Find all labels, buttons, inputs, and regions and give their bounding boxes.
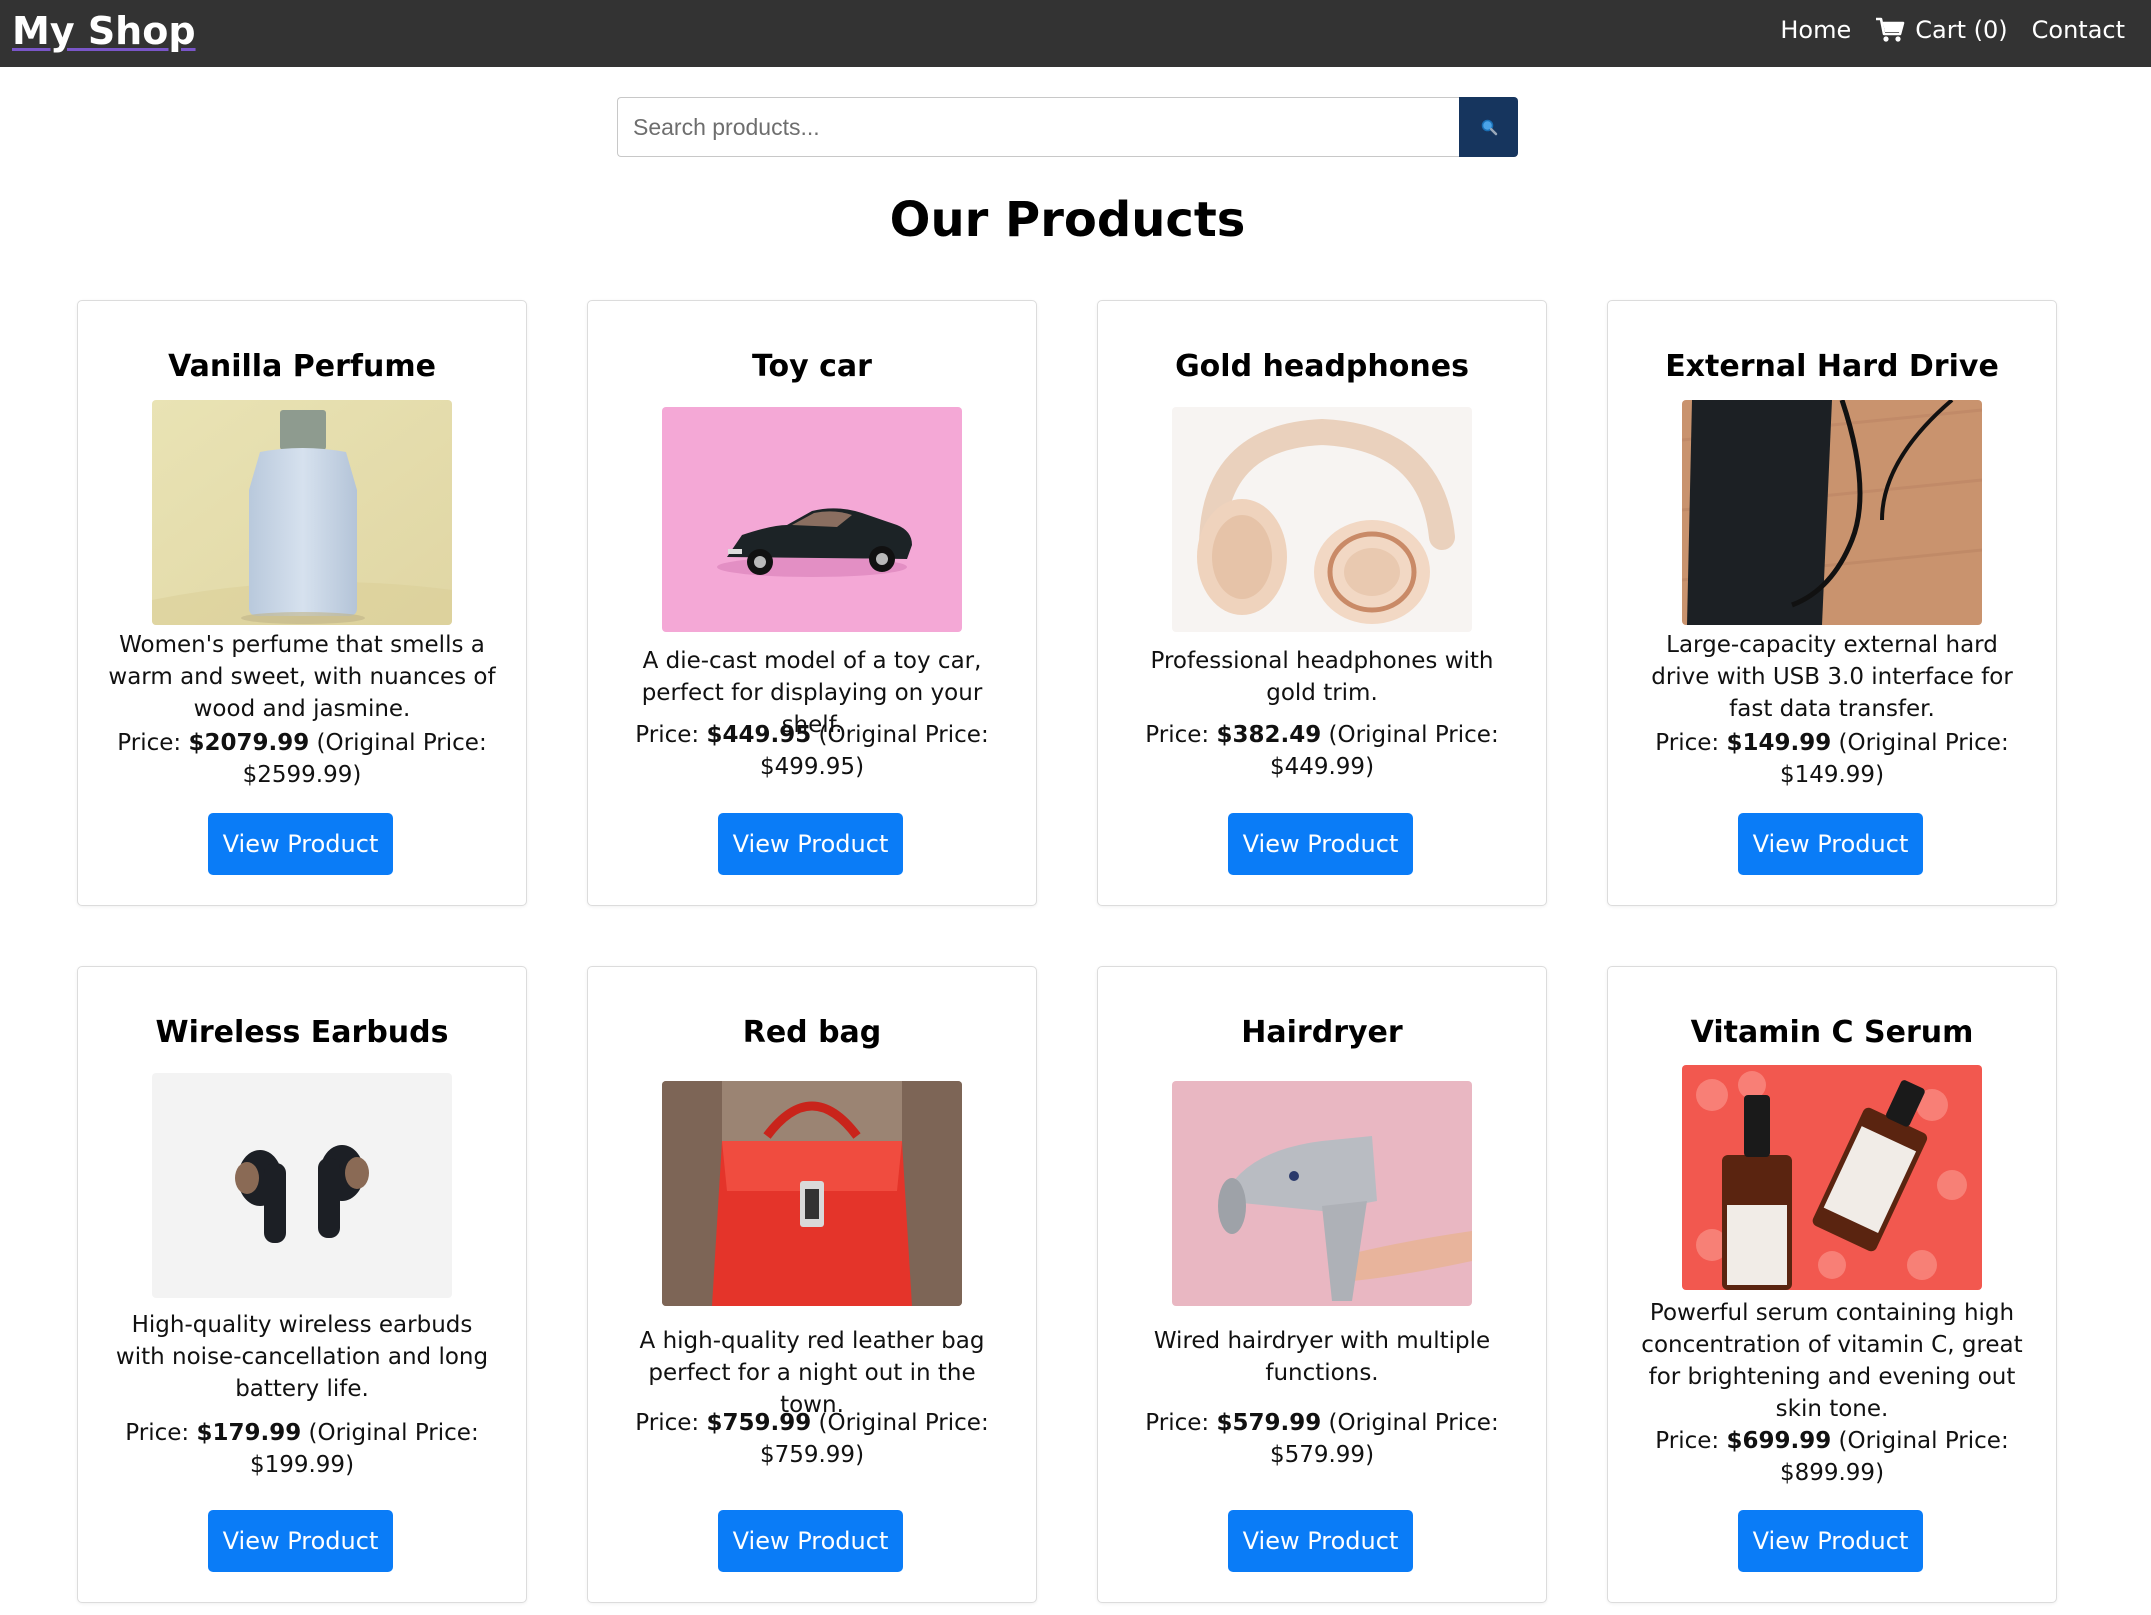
product-card: Wireless Earbuds High-quality wireless e… bbox=[77, 966, 527, 1603]
product-title: Hairdryer bbox=[1241, 1015, 1403, 1050]
product-image-earbuds bbox=[152, 1073, 452, 1298]
product-price: Price: $382.49 (Original Price: $449.99) bbox=[1126, 719, 1518, 783]
product-title: Vanilla Perfume bbox=[168, 349, 436, 384]
search-icon bbox=[1481, 119, 1497, 136]
product-description: High-quality wireless earbuds with noise… bbox=[115, 1312, 489, 1402]
price-label: Price: bbox=[1655, 1428, 1720, 1454]
product-title: Vitamin C Serum bbox=[1690, 1015, 1974, 1050]
product-description: Professional headphones with gold trim. bbox=[1150, 648, 1494, 706]
view-product-button[interactable]: View Product bbox=[1228, 813, 1413, 875]
sale-price: $579.99 bbox=[1216, 1410, 1322, 1436]
sale-price: $2079.99 bbox=[188, 730, 310, 756]
product-image-hard-drive bbox=[1682, 400, 1982, 625]
sale-price: $179.99 bbox=[196, 1420, 302, 1446]
sale-price: $449.95 bbox=[706, 722, 812, 748]
product-image-perfume bbox=[152, 400, 452, 625]
search-button[interactable] bbox=[1459, 97, 1518, 157]
price-label: Price: bbox=[635, 1410, 700, 1436]
product-title: Gold headphones bbox=[1175, 349, 1469, 384]
product-title: Red bag bbox=[742, 1015, 882, 1050]
search-input[interactable] bbox=[617, 97, 1459, 157]
product-card: External Hard Drive Large-capacity exter… bbox=[1607, 300, 2057, 906]
nav-cart-link[interactable]: Cart (0) bbox=[1875, 16, 2008, 44]
product-card: Vanilla Perfume Women's perfume that sme… bbox=[77, 300, 527, 906]
product-price: Price: $759.99 (Original Price: $759.99) bbox=[616, 1407, 1008, 1471]
view-product-button[interactable]: View Product bbox=[208, 1510, 393, 1572]
sale-price: $699.99 bbox=[1726, 1428, 1832, 1454]
search-bar bbox=[617, 97, 1518, 157]
view-product-button[interactable]: View Product bbox=[1738, 813, 1923, 875]
product-title: External Hard Drive bbox=[1665, 349, 1999, 384]
product-card: Red bag A high-quality red leather bag p… bbox=[587, 966, 1037, 1603]
product-price: Price: $149.99 (Original Price: $149.99) bbox=[1636, 727, 2028, 791]
view-product-button[interactable]: View Product bbox=[208, 813, 393, 875]
cart-icon bbox=[1876, 17, 1905, 42]
view-product-button[interactable]: View Product bbox=[718, 1510, 903, 1572]
product-card: Hairdryer Wired hairdryer with multiple … bbox=[1097, 966, 1547, 1603]
price-label: Price: bbox=[635, 722, 700, 748]
price-label: Price: bbox=[117, 730, 182, 756]
main-nav: Home Cart (0) Contact bbox=[1780, 0, 2125, 60]
product-price: Price: $699.99 (Original Price: $899.99) bbox=[1636, 1425, 2028, 1489]
product-description: Wired hairdryer with multiple functions. bbox=[1153, 1328, 1491, 1386]
sale-price: $759.99 bbox=[706, 1410, 812, 1436]
sale-price: $382.49 bbox=[1216, 722, 1322, 748]
view-product-button[interactable]: View Product bbox=[1738, 1510, 1923, 1572]
price-label: Price: bbox=[1145, 1410, 1210, 1436]
product-title: Toy car bbox=[752, 349, 872, 384]
product-image-serum bbox=[1682, 1065, 1982, 1290]
product-title: Wireless Earbuds bbox=[155, 1015, 449, 1050]
top-navbar: My Shop Home Cart (0) Contact bbox=[0, 0, 2151, 67]
price-label: Price: bbox=[125, 1420, 190, 1446]
product-card: Toy car A die-cast model of a toy car, p… bbox=[587, 300, 1037, 906]
product-image-headphones bbox=[1172, 407, 1472, 632]
page-title: Our Products bbox=[889, 192, 1246, 248]
product-price: Price: $579.99 (Original Price: $579.99) bbox=[1126, 1407, 1518, 1471]
product-description: Powerful serum containing high concentra… bbox=[1641, 1300, 2023, 1422]
brand-logo-link[interactable]: My Shop bbox=[12, 0, 196, 67]
product-card: Vitamin C Serum Powerful serum containin… bbox=[1607, 966, 2057, 1603]
sale-price: $149.99 bbox=[1726, 730, 1832, 756]
nav-home-link[interactable]: Home bbox=[1780, 16, 1851, 44]
product-description: Large-capacity external hard drive with … bbox=[1651, 632, 2013, 722]
product-image-red-bag bbox=[662, 1081, 962, 1306]
product-image-hairdryer bbox=[1172, 1081, 1472, 1306]
product-card: Gold headphones Professional headphones … bbox=[1097, 300, 1547, 906]
product-price: Price: $179.99 (Original Price: $199.99) bbox=[106, 1417, 498, 1481]
nav-cart-label: Cart (0) bbox=[1915, 16, 2008, 44]
product-description: Women's perfume that smells a warm and s… bbox=[108, 632, 496, 722]
view-product-button[interactable]: View Product bbox=[718, 813, 903, 875]
price-label: Price: bbox=[1655, 730, 1720, 756]
product-image-toy-car bbox=[662, 407, 962, 632]
nav-contact-link[interactable]: Contact bbox=[2032, 16, 2125, 44]
price-label: Price: bbox=[1145, 722, 1210, 748]
product-price: Price: $449.95 (Original Price: $499.95) bbox=[616, 719, 1008, 783]
view-product-button[interactable]: View Product bbox=[1228, 1510, 1413, 1572]
product-price: Price: $2079.99 (Original Price: $2599.9… bbox=[106, 727, 498, 791]
